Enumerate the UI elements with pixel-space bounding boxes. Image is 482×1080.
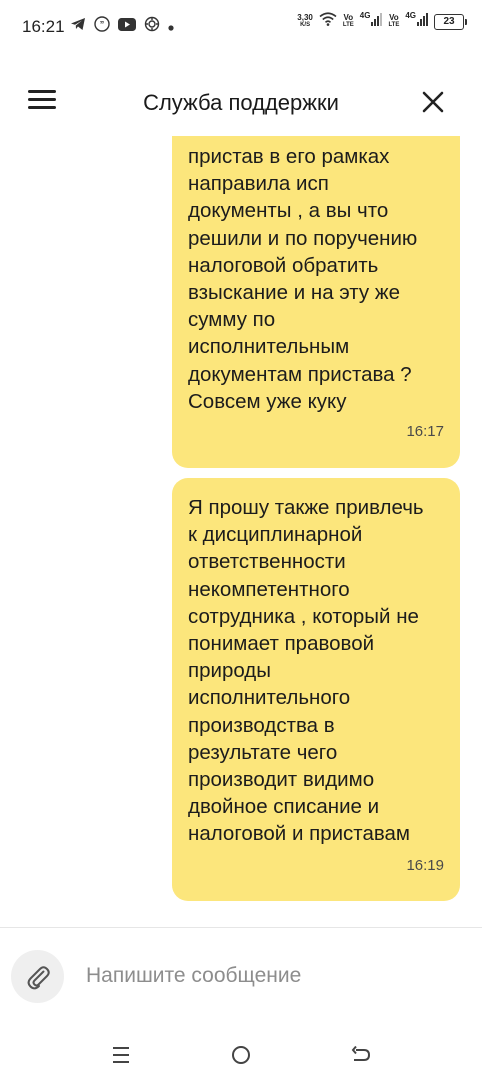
- message-text: пристав в его рамках направила исп докум…: [188, 145, 418, 413]
- network-speed: 3,30 K/S: [297, 13, 313, 29]
- chat-header: Служба поддержки: [0, 70, 482, 136]
- svg-text:”: ”: [100, 20, 105, 30]
- message-time: 16:19: [406, 856, 444, 874]
- message-composer: [0, 928, 482, 1028]
- menu-icon[interactable]: [103, 1040, 139, 1070]
- attach-button[interactable]: [11, 950, 64, 1003]
- app-icon: [144, 16, 160, 37]
- home-icon[interactable]: [223, 1040, 259, 1070]
- notification-icons: ”: [70, 16, 174, 37]
- sim2-signal: 4G: [405, 12, 428, 31]
- message-bubble: Я прошу также привлечь к дисциплинарной …: [172, 478, 460, 901]
- page-title: Служба поддержки: [143, 90, 339, 115]
- quote-icon: ”: [94, 16, 110, 37]
- status-bar: 16:21 ” 3,30 K/S Vo LTE 4G Vo LTE 4G 23: [0, 0, 482, 52]
- sim1-signal: 4G: [360, 12, 383, 31]
- back-icon[interactable]: [343, 1040, 379, 1070]
- status-time: 16:21: [22, 17, 65, 36]
- message-bubble: пристав в его рамках направила исп докум…: [172, 136, 460, 468]
- dot-icon: [168, 18, 174, 36]
- sim1-volte-label: Vo LTE: [342, 13, 354, 29]
- youtube-icon: [118, 17, 136, 36]
- telegram-icon: [70, 17, 86, 36]
- chat-messages[interactable]: пристав в его рамках направила исп докум…: [0, 136, 482, 926]
- message-time: 16:17: [406, 423, 444, 441]
- signal-bars-icon: [417, 12, 428, 31]
- signal-bars-icon: [371, 12, 383, 31]
- message-text: Я прошу также привлечь к дисциплинарной …: [188, 496, 424, 846]
- sim2-volte-label: Vo LTE: [388, 13, 400, 29]
- wifi-icon: [319, 12, 337, 31]
- close-icon[interactable]: [418, 87, 448, 117]
- message-input[interactable]: [86, 958, 456, 994]
- system-navigation-bar: [0, 1030, 482, 1080]
- battery-indicator: 23: [434, 13, 467, 30]
- system-status-icons: 3,30 K/S Vo LTE 4G Vo LTE 4G 23: [297, 12, 467, 31]
